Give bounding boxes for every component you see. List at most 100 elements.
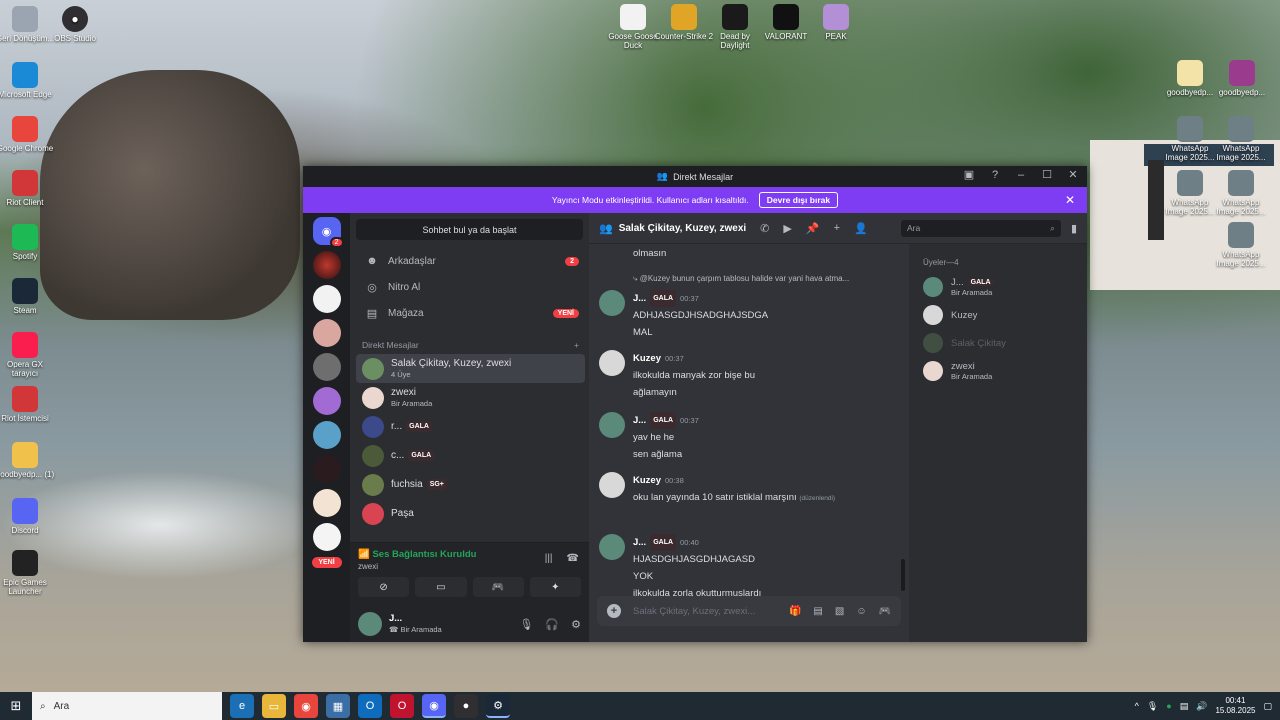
obs-icon[interactable]: ●: [454, 694, 478, 718]
server-icon[interactable]: [312, 421, 341, 449]
noise-suppression-icon[interactable]: |||: [545, 553, 553, 564]
maximize-button[interactable]: ☐: [1039, 168, 1055, 181]
desktop-icon[interactable]: Opera GX tarayıcı: [0, 332, 55, 378]
sticker-icon[interactable]: ▧: [835, 606, 844, 617]
opera-icon[interactable]: O: [390, 694, 414, 718]
dm-conversation[interactable]: Paşa: [356, 499, 585, 528]
dm-conversation[interactable]: fuchsia SG+: [356, 470, 585, 499]
chevron-up-icon[interactable]: ^: [1135, 701, 1139, 711]
chat-scrollbar[interactable]: [901, 559, 905, 591]
desktop-icon[interactable]: WhatsApp Image 2025...: [1211, 222, 1271, 268]
taskbar-search[interactable]: ⌕ Ara: [32, 692, 222, 720]
soundboard-button[interactable]: ✦: [529, 577, 581, 597]
dm-conversation[interactable]: c... GALA: [356, 441, 585, 470]
inbox-icon[interactable]: ▮: [1071, 222, 1077, 235]
member-list-icon[interactable]: 👤: [854, 222, 868, 235]
gif-icon[interactable]: ▤: [813, 606, 822, 617]
discord-icon[interactable]: ◉: [422, 694, 446, 718]
desktop-icon[interactable]: Microsoft Edge: [0, 62, 55, 99]
screen-share-button[interactable]: ▭: [415, 577, 467, 597]
camera-button[interactable]: ⊘: [358, 577, 410, 597]
headphones-icon[interactable]: 🎧: [545, 618, 559, 631]
server-icon[interactable]: [312, 523, 341, 551]
add-attachment-icon[interactable]: +: [607, 604, 621, 618]
steam-icon[interactable]: ⚙: [486, 694, 510, 718]
pin-icon[interactable]: 📌: [806, 222, 820, 235]
desktop-icon[interactable]: WhatsApp Image 2025...: [1211, 116, 1271, 162]
settings-icon[interactable]: ⚙: [571, 618, 581, 631]
message-author[interactable]: J...: [633, 412, 646, 429]
desktop-icon[interactable]: goodbyedp... (1): [0, 442, 55, 479]
server-icon[interactable]: [312, 387, 341, 415]
avatar[interactable]: [599, 350, 625, 376]
dm-home-button[interactable]: ◉ 2: [312, 217, 344, 248]
voice-call-icon[interactable]: ✆: [760, 222, 769, 235]
help-icon[interactable]: ?: [987, 169, 1003, 181]
disable-streamer-mode-button[interactable]: Devre dışı bırak: [758, 192, 839, 208]
dm-conversation[interactable]: r... GALA: [356, 412, 585, 441]
desktop-icon-obs[interactable]: ● OBS Studio: [45, 6, 105, 43]
member-item[interactable]: Salak Çikitay: [923, 329, 1077, 357]
dm-conversation[interactable]: Salak Çikitay, Kuzey, zwexi 4 Üye: [356, 354, 585, 383]
minimize-button[interactable]: –: [1013, 169, 1029, 181]
avatar[interactable]: [599, 472, 625, 498]
microphone-icon[interactable]: 🎙: [1147, 701, 1158, 712]
avatar[interactable]: [599, 412, 625, 438]
gift-icon[interactable]: 🎁: [789, 606, 801, 617]
desktop-icon[interactable]: Riot İstemcisi: [0, 386, 55, 423]
member-item[interactable]: J... GALA Bir Aramada: [923, 273, 1077, 301]
desktop-icon[interactable]: goodbyedp...: [1160, 60, 1220, 97]
reply-preview[interactable]: ⤷ @Kuzey bunun çarpım tablosu halide var…: [633, 274, 849, 284]
edge-icon[interactable]: e: [230, 694, 254, 718]
server-icon[interactable]: [312, 489, 341, 517]
chat-search-input[interactable]: Ara ⌕: [900, 219, 1061, 237]
create-dm-icon[interactable]: +: [574, 340, 579, 350]
volume-icon[interactable]: 🔊: [1196, 701, 1207, 712]
nav-item-0[interactable]: ☻ Arkadaşlar 2: [350, 248, 589, 274]
desktop-icon[interactable]: Discord: [0, 498, 55, 535]
avatar[interactable]: [599, 290, 625, 316]
member-item[interactable]: zwexi Bir Aramada: [923, 357, 1077, 385]
disconnect-icon[interactable]: ☎: [567, 553, 579, 564]
store-icon[interactable]: ▦: [326, 694, 350, 718]
nav-item-2[interactable]: ▤ Mağaza YENİ: [350, 300, 589, 326]
message-author[interactable]: Kuzey: [633, 472, 661, 489]
desktop-icon[interactable]: goodbyedp...: [1212, 60, 1272, 97]
find-conversation-input[interactable]: Sohbet bul ya da başlat: [356, 219, 583, 240]
emoji-icon[interactable]: ☺: [856, 606, 866, 617]
message-author[interactable]: J...: [633, 290, 646, 307]
desktop-icon[interactable]: Google Chrome: [0, 116, 55, 153]
outlook-icon[interactable]: O: [358, 694, 382, 718]
server-icon[interactable]: [312, 319, 341, 347]
apps-icon[interactable]: 🎮: [879, 606, 891, 617]
desktop-icon[interactable]: Epic Games Launcher: [0, 550, 55, 596]
desktop-icon[interactable]: Steam: [0, 278, 55, 315]
desktop-icon[interactable]: PEAK: [806, 4, 866, 41]
video-call-icon[interactable]: ▶: [783, 222, 791, 235]
add-friends-icon[interactable]: +: [834, 222, 840, 235]
activity-button[interactable]: 🎮: [472, 577, 524, 597]
desktop-icon[interactable]: Spotify: [0, 224, 55, 261]
message-author[interactable]: Kuzey: [633, 350, 661, 367]
close-button[interactable]: ✕: [1065, 168, 1081, 181]
nav-item-1[interactable]: ◎ Nitro Al: [350, 274, 589, 300]
clock[interactable]: 00:41 15.08.2025: [1215, 696, 1255, 716]
message-composer[interactable]: + Salak Çikitay, Kuzey, zwexi... 🎁 ▤ ▧ ☺…: [597, 596, 901, 626]
banner-close-icon[interactable]: ✕: [1065, 193, 1075, 207]
dm-conversation[interactable]: zwexi Bir Aramada: [356, 383, 585, 412]
microphone-icon[interactable]: 🎙: [519, 618, 533, 631]
server-icon[interactable]: [312, 455, 341, 483]
message-author[interactable]: J...: [633, 534, 646, 551]
desktop-icon[interactable]: WhatsApp Image 2025...: [1211, 170, 1271, 216]
notification-icon[interactable]: ▢: [1263, 701, 1272, 712]
start-button[interactable]: ⊞: [0, 698, 32, 714]
file-explorer-icon[interactable]: ▭: [262, 694, 286, 718]
inbox-monitor-icon[interactable]: ▣: [961, 168, 977, 181]
desktop-icon[interactable]: Riot Client: [0, 170, 55, 207]
server-icon[interactable]: [312, 251, 341, 279]
chrome-icon[interactable]: ◉: [294, 694, 318, 718]
avatar[interactable]: [599, 534, 625, 560]
member-item[interactable]: Kuzey: [923, 301, 1077, 329]
server-icon[interactable]: [312, 285, 341, 313]
message-input[interactable]: Salak Çikitay, Kuzey, zwexi...: [633, 606, 789, 617]
